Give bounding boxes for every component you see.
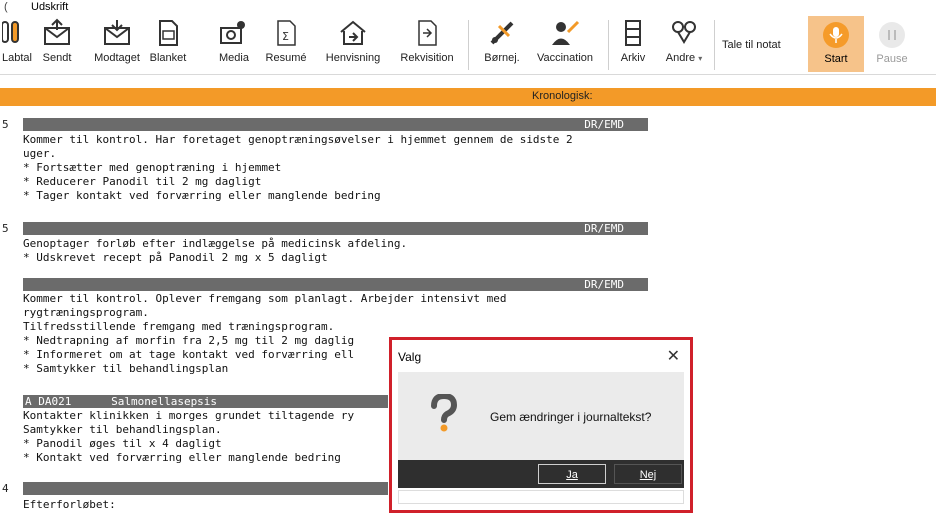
toolbar-label: Andre ▾ <box>666 52 702 64</box>
entry-line: * Fortsætter med genoptræning i hjemmet <box>23 161 282 174</box>
yes-button[interactable]: Ja <box>538 464 606 484</box>
close-icon[interactable]: ✕ <box>667 346 680 366</box>
entry-line: Kommer til kontrol. Oplever fremgang som… <box>23 292 507 305</box>
entry-line: * Reducerer Panodil til 2 mg dagligt <box>23 175 262 188</box>
menu-edge-glyph: ( <box>4 1 8 13</box>
diagnosis-label: A DA021 Salmonellasepsis <box>25 395 218 408</box>
no-label: Nej <box>639 469 657 481</box>
requisition-icon <box>412 16 442 50</box>
entry-line: Kontakter klinikken i morges grundet til… <box>23 409 355 422</box>
toolbar-button-sendt[interactable]: Sendt <box>37 16 77 72</box>
entry-line: * Informeret om at tage kontakt ved forv… <box>23 348 355 361</box>
entry-header-bar[interactable]: DR/EMD <box>23 222 648 235</box>
dialog-message: Gem ændringer i journaltekst? <box>490 410 652 424</box>
ribbon-toolbar: Labtal Sendt Modtaget Blanket Media Σ Re… <box>0 16 936 75</box>
entry-line: * Nedtrapning af morfin fra 2,5 mg til 2… <box>23 334 355 347</box>
toolbar-label: Labtal <box>2 52 32 64</box>
archive-icon <box>618 16 648 50</box>
other-icon <box>669 16 699 50</box>
entry-line: Genoptager forløb efter indlæggelse på m… <box>23 237 408 250</box>
entry-line: * Tager kontakt ved forværring eller man… <box>23 189 381 202</box>
toolbar-label: Sendt <box>42 52 72 64</box>
entry-line: rygtræningsprogram. <box>23 306 149 319</box>
microphone-icon <box>823 22 849 48</box>
toolbar-label: Børnej. <box>484 52 520 64</box>
receive-mail-icon <box>102 16 132 50</box>
yes-label: Ja <box>566 469 578 481</box>
camera-icon <box>219 16 249 50</box>
tale-til-notat-label: Tale til notat <box>722 39 781 51</box>
save-changes-dialog: Valg ✕ Gem ændringer i journaltekst? Ja … <box>389 337 693 513</box>
toolbar-button-vaccination[interactable]: Vaccination <box>532 16 598 72</box>
entry-line: * Udskrevet recept på Panodil 2 mg x 5 d… <box>23 251 328 264</box>
entry-line: Samtykker til behandlingsplan. <box>23 423 222 436</box>
entry-line: uger. <box>23 147 57 160</box>
toolbar-button-bornej[interactable]: Børnej. <box>477 16 527 72</box>
toolbar-label: Media <box>219 52 249 64</box>
start-button[interactable]: Start <box>808 16 864 72</box>
referral-icon <box>338 16 368 50</box>
entry-tag: DR/EMD <box>584 222 624 235</box>
summary-icon: Σ <box>271 16 301 50</box>
toolbar-label: Arkiv <box>620 52 646 64</box>
dialog-body: Gem ændringer i journaltekst? <box>398 372 684 460</box>
toolbar-button-media[interactable]: Media <box>214 16 254 72</box>
dialog-title: Valg <box>398 350 422 364</box>
toolbar-divider <box>468 20 469 70</box>
entry-line: Kommer til kontrol. Har foretaget genopt… <box>23 133 573 146</box>
menu-bar: ( Udskrift <box>0 0 936 16</box>
toolbar-button-henvisning[interactable]: Henvisning <box>322 16 384 72</box>
pause-button[interactable]: Pause <box>866 16 918 72</box>
entry-line: Tilfredsstillende fremgang med træningsp… <box>23 320 335 333</box>
toolbar-label: Henvisning <box>325 52 381 64</box>
toolbar-label: Rekvisition <box>400 52 454 64</box>
menu-udskrift[interactable]: Udskrift <box>31 1 68 13</box>
dialog-button-bar: Ja Nej <box>398 460 684 488</box>
chevron-down-icon: ▾ <box>698 54 703 63</box>
entry-line: Efterforløbet: <box>23 498 116 511</box>
send-mail-icon <box>42 16 72 50</box>
entry-gutter-mark: 5 <box>2 118 9 131</box>
pause-label: Pause <box>876 53 908 65</box>
chronological-header: Kronologisk: <box>0 88 936 106</box>
entry-gutter-mark: 4 <box>2 482 9 495</box>
vaccination-icon <box>550 16 580 50</box>
toolbar-label: Resumé <box>265 52 307 64</box>
toolbar-button-blanket[interactable]: Blanket <box>146 16 190 72</box>
toolbar-label: Blanket <box>149 52 187 64</box>
toolbar-button-resume[interactable]: Σ Resumé <box>262 16 310 72</box>
pause-icon <box>879 22 905 48</box>
form-icon <box>153 16 183 50</box>
toolbar-label: Modtaget <box>94 52 140 64</box>
toolbar-button-andre[interactable]: Andre ▾ <box>660 16 708 72</box>
entry-line: * Kontakt ved forværring eller manglende… <box>23 451 341 464</box>
entry-header-bar[interactable]: DR/EMD <box>23 118 648 131</box>
entry-gutter-mark: 5 <box>2 222 9 235</box>
andre-label: Andre <box>665 52 696 64</box>
entry-line: * Samtykker til behandlingsplan <box>23 362 229 375</box>
toolbar-divider <box>714 20 715 70</box>
toolbar-divider <box>608 20 609 70</box>
chronological-label: Kronologisk: <box>532 90 593 102</box>
toolbar-label: Vaccination <box>536 52 594 64</box>
entry-tag: DR/EMD <box>584 118 624 131</box>
toolbar-button-rekvisition[interactable]: Rekvisition <box>396 16 458 72</box>
start-label: Start <box>824 53 848 65</box>
svg-text:Σ: Σ <box>282 30 289 43</box>
entry-header-bar[interactable]: DR/EMD <box>23 278 648 291</box>
entry-tag: DR/EMD <box>584 278 624 291</box>
toolbar-button-modtaget[interactable]: Modtaget <box>91 16 143 72</box>
dialog-titlebar[interactable]: Valg ✕ <box>392 340 690 372</box>
entry-line: * Panodil øges til x 4 dagligt <box>23 437 222 450</box>
toolbar-button-labtal[interactable]: Labtal <box>0 16 34 72</box>
no-button[interactable]: Nej <box>614 464 682 484</box>
question-icon <box>430 392 458 437</box>
child-exam-icon <box>487 16 517 50</box>
toolbar-button-arkiv[interactable]: Arkiv <box>616 16 650 72</box>
lab-tubes-icon <box>2 16 32 50</box>
dialog-bottom-strip <box>398 490 684 504</box>
